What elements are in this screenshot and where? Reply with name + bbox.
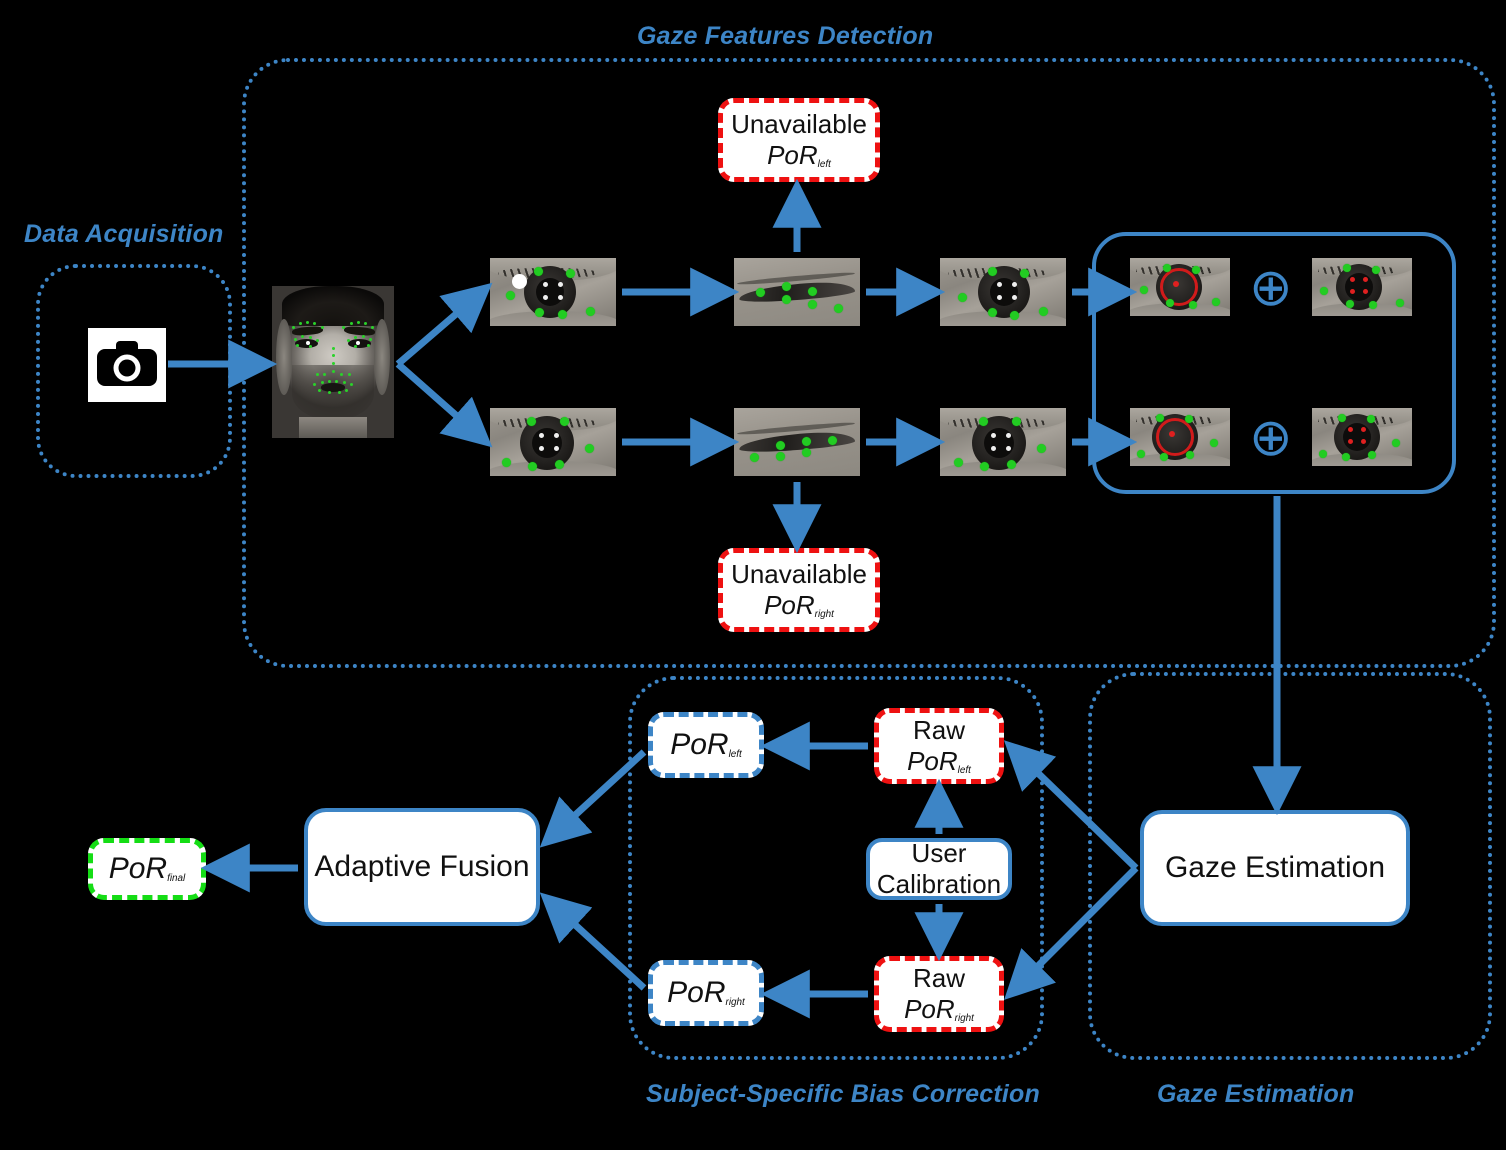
unavailable-por-left-subscript: left [817,159,831,171]
unavailable-por-left-line1: Unavailable [731,109,867,140]
node-raw-por-left: Raw PoRleft [874,708,1004,784]
raw-por-left-subscript: left [957,765,971,777]
unavailable-por-right-subscript: right [814,609,834,621]
raw-por-right-symbol: PoR [904,994,955,1024]
raw-por-right-subscript: right [954,1013,974,1025]
node-unavailable-por-right: Unavailable PoRright [718,548,880,632]
section-label-gaze-features-detection: Gaze Features Detection [637,22,934,50]
eye-image-right-stage2-closed [734,408,860,476]
por-right-symbol: PoR [667,976,726,1010]
section-label-gaze-estimation: Gaze Estimation [1157,1080,1355,1108]
eye-image-left-stage2-closed [734,258,860,326]
raw-por-left-line1: Raw [912,715,965,746]
node-unavailable-por-left: Unavailable PoRleft [718,98,880,182]
node-adaptive-fusion: Adaptive Fusion [304,808,540,926]
node-user-calibration: User Calibration [866,838,1012,900]
por-left-subscript: left [728,749,742,761]
por-final-symbol: PoR [108,852,168,886]
diagram-canvas: Gaze Features Detection Data Acquisition… [0,0,1506,1150]
por-left-symbol: PoR [670,728,729,762]
section-label-bias-correction: Subject-Specific Bias Correction [646,1080,1040,1108]
unavailable-por-left-symbol: PoR [767,140,818,170]
unavailable-por-right-symbol: PoR [764,590,815,620]
raw-por-left-symbol: PoR [907,746,958,776]
raw-por-right-line1: Raw [912,963,965,994]
group-frame-eye-feature-fusion [1092,232,1456,494]
node-gaze-estimation: Gaze Estimation [1140,810,1410,926]
node-raw-por-right: Raw PoRright [874,956,1004,1032]
camera-icon [88,328,166,402]
user-calibration-line1: User [911,838,967,869]
node-por-left: PoRleft [648,712,764,778]
eye-image-left-stage3 [940,258,1066,326]
eye-image-right-stage3 [940,408,1066,476]
por-right-subscript: right [725,997,745,1009]
adaptive-fusion-label: Adaptive Fusion [314,850,530,884]
user-calibration-line2: Calibration [876,869,1002,899]
eye-image-right-stage1 [490,408,616,476]
face-landmarks-image [272,286,394,438]
node-por-final: PoRfinal [88,838,206,900]
por-final-subscript: final [167,873,186,885]
unavailable-por-right-line1: Unavailable [731,559,867,590]
node-por-right: PoRright [648,960,764,1026]
gaze-estimation-label: Gaze Estimation [1164,851,1386,885]
eye-image-left-stage1 [490,258,616,326]
section-label-data-acquisition: Data Acquisition [24,220,224,248]
